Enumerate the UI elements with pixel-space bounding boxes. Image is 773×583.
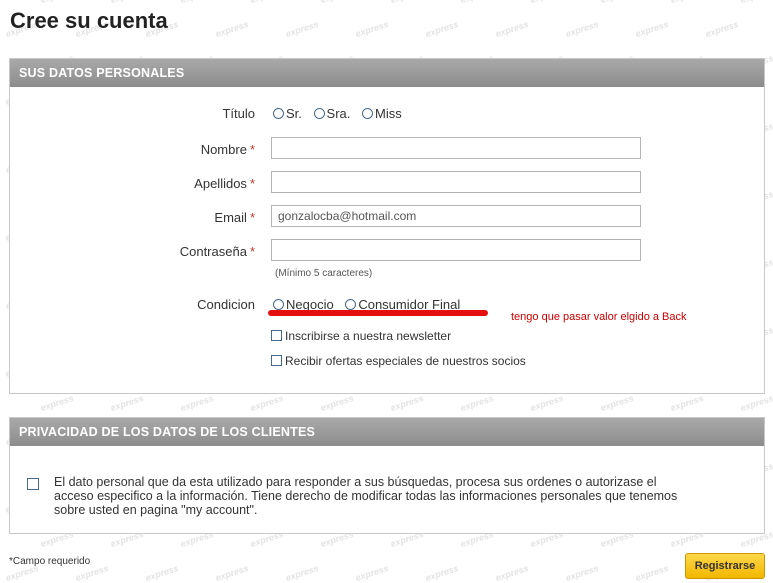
radio-icon[interactable] bbox=[362, 108, 373, 119]
watermark-text: express bbox=[389, 0, 424, 5]
watermark-text: express bbox=[739, 0, 773, 5]
watermark-text: express bbox=[423, 18, 460, 40]
watermark-text: express bbox=[0, 0, 4, 5]
personal-data-header: SUS DATOS PERSONALES bbox=[10, 59, 764, 87]
privacy-header: PRIVACIDAD DE LOS DATOS DE LOS CLIENTES bbox=[10, 418, 764, 446]
watermark-text: express bbox=[283, 18, 320, 40]
privacy-panel: PRIVACIDAD DE LOS DATOS DE LOS CLIENTES … bbox=[9, 417, 765, 534]
titulo-option-sra[interactable]: Sra. bbox=[313, 106, 350, 121]
watermark-text: express bbox=[213, 562, 250, 583]
newsletter-option[interactable]: Inscribirse a nuestra newsletter bbox=[271, 329, 451, 343]
nombre-field[interactable] bbox=[271, 137, 641, 159]
password-hint: (Mínimo 5 caracteres) bbox=[275, 268, 373, 279]
titulo-radio-group: Sr. Sra. Miss bbox=[273, 106, 410, 121]
radio-icon[interactable] bbox=[313, 108, 325, 119]
titulo-label: Título bbox=[222, 106, 255, 121]
watermark-text: express bbox=[388, 392, 425, 414]
watermark-text: express bbox=[423, 562, 460, 583]
watermark-text: express bbox=[353, 562, 390, 583]
personal-data-panel: SUS DATOS PERSONALES Título Sr. Sra. Mis… bbox=[9, 58, 765, 394]
titulo-option-miss[interactable]: Miss bbox=[362, 106, 402, 121]
watermark-text: express bbox=[633, 18, 670, 40]
privacy-checkbox[interactable] bbox=[27, 478, 39, 490]
condicion-label: Condicion bbox=[197, 297, 255, 312]
required-marker: * bbox=[249, 142, 255, 157]
watermark-text: express bbox=[493, 562, 530, 583]
watermark-text: express bbox=[248, 392, 285, 414]
apellidos-label: Apellidos * bbox=[194, 176, 255, 191]
watermark-text: express bbox=[563, 562, 600, 583]
watermark-text: express bbox=[493, 18, 530, 40]
checkbox-icon[interactable] bbox=[271, 355, 282, 366]
email-field[interactable] bbox=[271, 205, 641, 227]
required-field-note: *Campo requerido bbox=[9, 556, 91, 567]
privacy-text: El dato personal que da esta utilizado p… bbox=[54, 475, 678, 517]
page-title: Cree su cuenta bbox=[10, 8, 168, 33]
checkbox-icon[interactable] bbox=[271, 330, 282, 341]
watermark-text: express bbox=[598, 392, 635, 414]
watermark-text: express bbox=[213, 18, 250, 40]
watermark-text: express bbox=[529, 0, 564, 5]
watermark-text: express bbox=[563, 18, 600, 40]
required-marker: * bbox=[249, 176, 255, 191]
annotation-underline bbox=[268, 310, 488, 316]
watermark-text: express bbox=[528, 392, 565, 414]
watermark-text: express bbox=[738, 392, 773, 414]
register-button[interactable]: Registrarse bbox=[685, 553, 765, 579]
watermark-text: express bbox=[38, 392, 75, 414]
radio-icon[interactable] bbox=[273, 299, 284, 310]
radio-icon[interactable] bbox=[273, 108, 284, 119]
watermark-text: express bbox=[249, 0, 284, 5]
watermark-text: express bbox=[178, 392, 215, 414]
required-marker: * bbox=[249, 210, 255, 225]
watermark-text: express bbox=[109, 0, 144, 5]
password-field[interactable] bbox=[271, 239, 641, 261]
watermark-text: express bbox=[668, 392, 705, 414]
nombre-label: Nombre * bbox=[200, 142, 255, 157]
watermark-text: express bbox=[459, 0, 494, 5]
required-marker: * bbox=[249, 244, 255, 259]
watermark-text: express bbox=[318, 392, 355, 414]
watermark-text: express bbox=[283, 562, 320, 583]
watermark-text: express bbox=[319, 0, 354, 5]
watermark-text: express bbox=[599, 0, 634, 5]
radio-icon[interactable] bbox=[345, 299, 357, 310]
watermark-text: express bbox=[143, 562, 180, 583]
watermark-text: express bbox=[703, 18, 740, 40]
watermark-text: express bbox=[669, 0, 704, 5]
password-label: Contraseña * bbox=[179, 244, 255, 259]
watermark-text: express bbox=[39, 0, 74, 5]
offers-option[interactable]: Recibir ofertas especiales de nuestros s… bbox=[271, 354, 526, 368]
watermark-text: express bbox=[458, 392, 495, 414]
titulo-option-sr[interactable]: Sr. bbox=[273, 106, 302, 121]
watermark-text: express bbox=[353, 18, 390, 40]
email-label: Email * bbox=[214, 210, 255, 225]
watermark-text: express bbox=[633, 562, 670, 583]
watermark-text: express bbox=[108, 392, 145, 414]
annotation-note: tengo que pasar valor elgido a Back bbox=[511, 311, 687, 323]
watermark-text: express bbox=[179, 0, 214, 5]
apellidos-field[interactable] bbox=[271, 171, 641, 193]
